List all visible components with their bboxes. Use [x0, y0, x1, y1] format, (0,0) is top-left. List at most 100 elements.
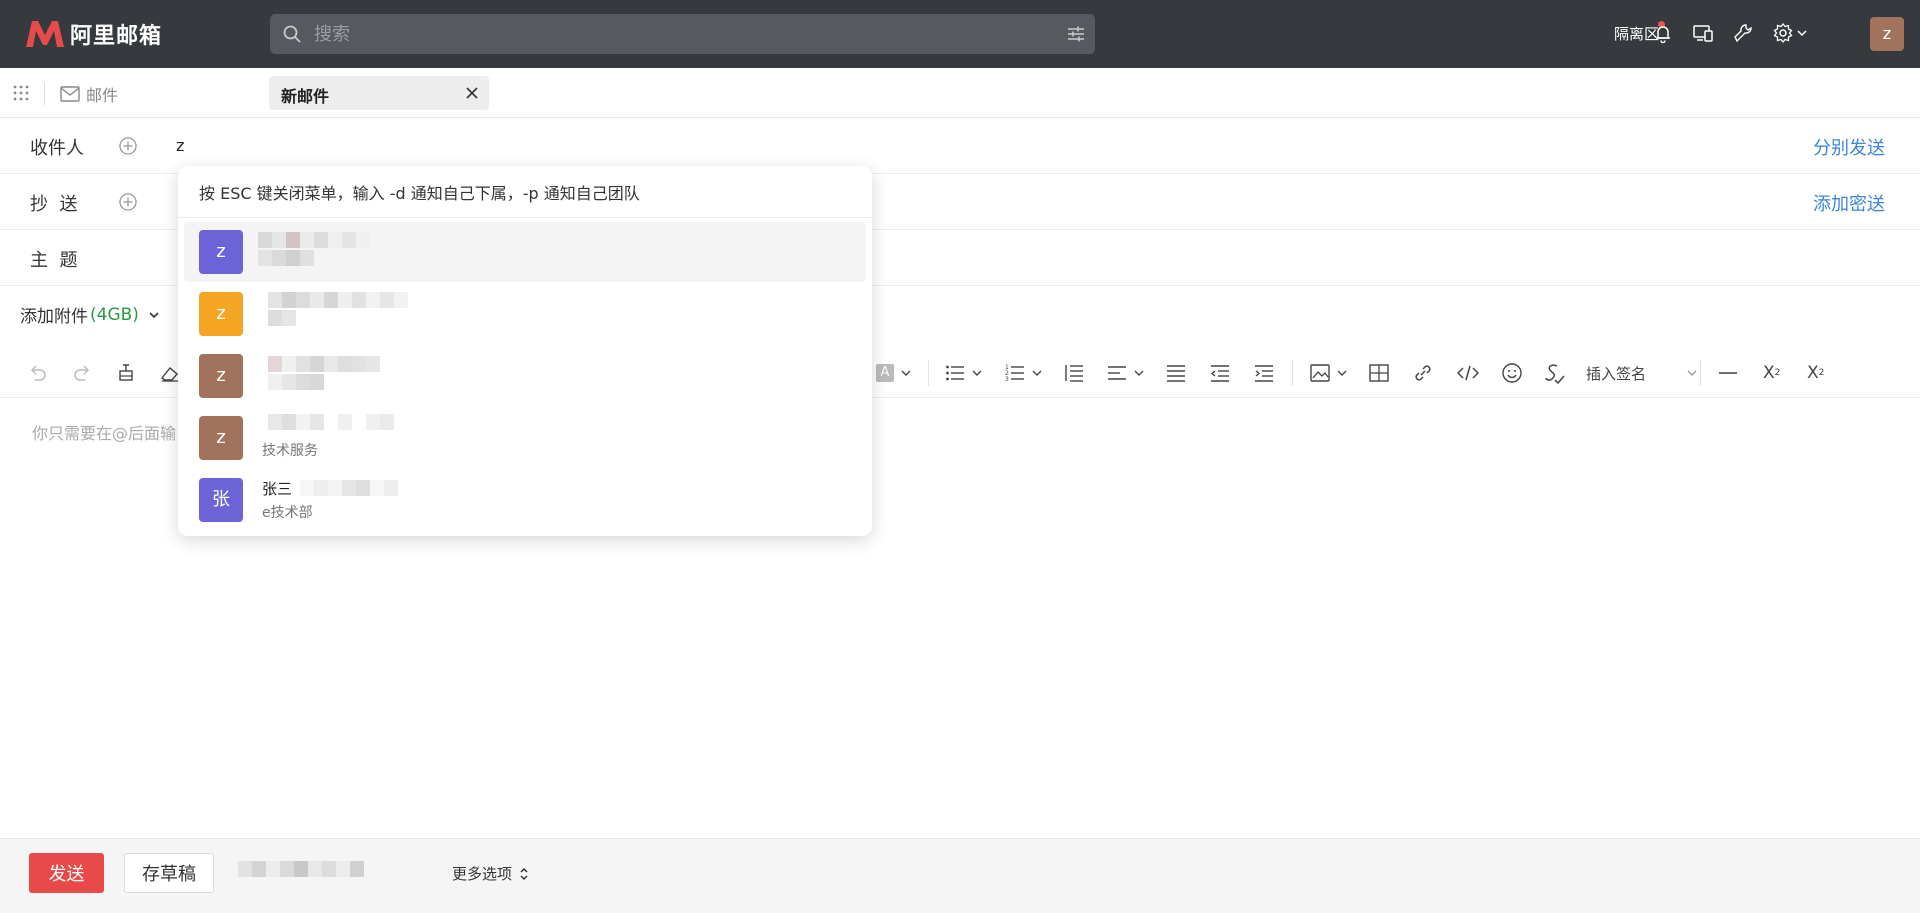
add-cc-icon[interactable] — [118, 192, 138, 212]
blurred-contact-dept — [258, 250, 314, 266]
chevron-down-icon — [1337, 370, 1347, 376]
add-recipient-icon[interactable] — [118, 136, 138, 156]
indent-icon[interactable] — [1254, 362, 1274, 384]
app-grid-icon[interactable] — [12, 84, 30, 102]
emoji-icon[interactable] — [1501, 362, 1523, 384]
numbered-list-icon: 123 — [1005, 364, 1024, 382]
highlight-a-icon: A — [876, 364, 894, 382]
contact-department: 技术服务 — [262, 443, 318, 459]
undo-icon[interactable] — [28, 362, 48, 384]
subscript-button[interactable]: X2 — [1807, 362, 1824, 384]
sender-select[interactable] — [238, 861, 364, 877]
contact-department: e技术部 — [262, 505, 313, 521]
search-box[interactable] — [270, 14, 1095, 54]
search-input[interactable] — [314, 14, 1034, 54]
bullet-list-icon — [946, 365, 964, 381]
blurred-sender-address — [238, 861, 364, 877]
blurred-contact-email — [300, 480, 398, 496]
blurred-contact-info — [268, 292, 408, 308]
insert-signature-select[interactable]: 插入签名 — [1586, 362, 1698, 384]
contact-avatar: z — [199, 416, 243, 460]
format-painter-icon[interactable] — [116, 362, 136, 384]
align-left-icon — [1108, 366, 1126, 380]
outdent-icon[interactable] — [1210, 362, 1230, 384]
split-send-link[interactable]: 分别发送 — [1813, 134, 1885, 160]
signature-icon[interactable] — [1543, 362, 1565, 384]
toolbar-separator — [928, 360, 929, 386]
toolbar-separator — [1700, 360, 1701, 386]
table-icon[interactable] — [1369, 362, 1389, 384]
contact-avatar: z — [199, 230, 243, 274]
bullet-list-button[interactable] — [945, 362, 983, 384]
chevron-down-icon — [901, 370, 911, 376]
attachment-size: (4GB) — [90, 304, 139, 325]
insert-image-button[interactable] — [1310, 362, 1348, 384]
to-input[interactable]: z — [176, 136, 184, 155]
chevron-down-icon — [972, 370, 982, 376]
code-icon[interactable] — [1457, 362, 1479, 384]
chevron-updown-icon — [520, 867, 528, 880]
contact-avatar: 张 — [199, 478, 243, 522]
recipient-suggestion-dropdown: 按 ESC 键关闭菜单，输入 -d 通知自己下属，-p 通知自己团队 z z z… — [178, 166, 872, 536]
blurred-contact-info — [258, 232, 370, 248]
brand-name: 阿里邮箱 — [70, 24, 163, 49]
divider — [44, 83, 45, 105]
chevron-down-icon[interactable] — [1796, 22, 1808, 44]
save-draft-button[interactable]: 存草稿 — [124, 853, 214, 893]
superscript-button[interactable]: X2 — [1763, 362, 1780, 384]
editor-placeholder[interactable]: 你只需要在@后面输 — [32, 420, 176, 444]
subject-label: 主 题 — [30, 250, 78, 271]
tab-label: 新邮件 — [281, 87, 330, 106]
top-bar: 阿里邮箱 隔离区 z — [0, 0, 1920, 68]
blurred-contact-info — [268, 356, 380, 372]
line-height-icon[interactable] — [1064, 362, 1084, 384]
numbered-list-button[interactable]: 123 — [1005, 362, 1043, 384]
chevron-down-icon — [1687, 370, 1697, 376]
image-icon — [1310, 364, 1330, 382]
chevron-down-icon — [1134, 370, 1144, 376]
blurred-contact-info — [268, 414, 394, 430]
user-avatar[interactable]: z — [1870, 17, 1904, 51]
compose-footer: 发送 存草稿 更多选项 — [0, 838, 1920, 913]
highlight-color-picker[interactable]: A — [876, 362, 912, 384]
eraser-icon[interactable] — [160, 362, 180, 384]
justify-icon[interactable] — [1166, 362, 1186, 384]
contact-suggestion[interactable]: z — [184, 284, 866, 344]
chevron-down-icon — [1032, 370, 1042, 376]
redo-icon[interactable] — [72, 362, 92, 384]
divider — [178, 217, 872, 218]
blurred-contact-dept — [268, 374, 324, 390]
filter-settings-icon[interactable] — [1067, 25, 1085, 43]
contact-suggestion[interactable]: z — [184, 222, 866, 282]
envelope-icon — [60, 86, 80, 102]
send-button[interactable]: 发送 — [29, 853, 104, 893]
contact-suggestion[interactable]: z — [184, 346, 866, 406]
brand-logo[interactable]: 阿里邮箱 — [24, 18, 162, 50]
more-options-button[interactable]: 更多选项 — [452, 863, 530, 884]
add-attachment-button[interactable]: 添加附件 (4GB) — [20, 302, 161, 327]
gear-icon[interactable] — [1772, 22, 1794, 44]
svg-text:3: 3 — [1005, 376, 1009, 382]
contact-suggestion[interactable]: z 技术服务 — [184, 408, 866, 468]
devices-icon[interactable] — [1692, 22, 1714, 44]
tab-bar: 邮件 新邮件 — [0, 68, 1920, 118]
close-icon[interactable] — [465, 86, 479, 100]
link-icon[interactable] — [1413, 362, 1433, 384]
add-bcc-link[interactable]: 添加密送 — [1813, 190, 1885, 216]
tab-new-mail[interactable]: 新邮件 — [269, 76, 489, 110]
to-label: 收件人 — [30, 138, 84, 159]
align-button[interactable] — [1107, 362, 1145, 384]
mail-nav-link[interactable]: 邮件 — [60, 82, 118, 106]
dropdown-hint: 按 ESC 键关闭菜单，输入 -d 通知自己下属，-p 通知自己团队 — [199, 184, 640, 203]
contact-avatar: z — [199, 292, 243, 336]
bell-icon[interactable] — [1652, 22, 1674, 44]
cc-label: 抄 送 — [30, 194, 78, 215]
horizontal-rule-icon[interactable] — [1718, 362, 1738, 384]
logo-m-icon — [26, 21, 64, 47]
wrench-icon[interactable] — [1732, 22, 1754, 44]
contact-avatar: z — [199, 354, 243, 398]
contact-name: 张三 — [262, 480, 293, 498]
contact-suggestion[interactable]: 张 张三 e技术部 — [184, 470, 866, 530]
search-icon — [283, 25, 301, 43]
chevron-down-icon — [149, 311, 159, 318]
